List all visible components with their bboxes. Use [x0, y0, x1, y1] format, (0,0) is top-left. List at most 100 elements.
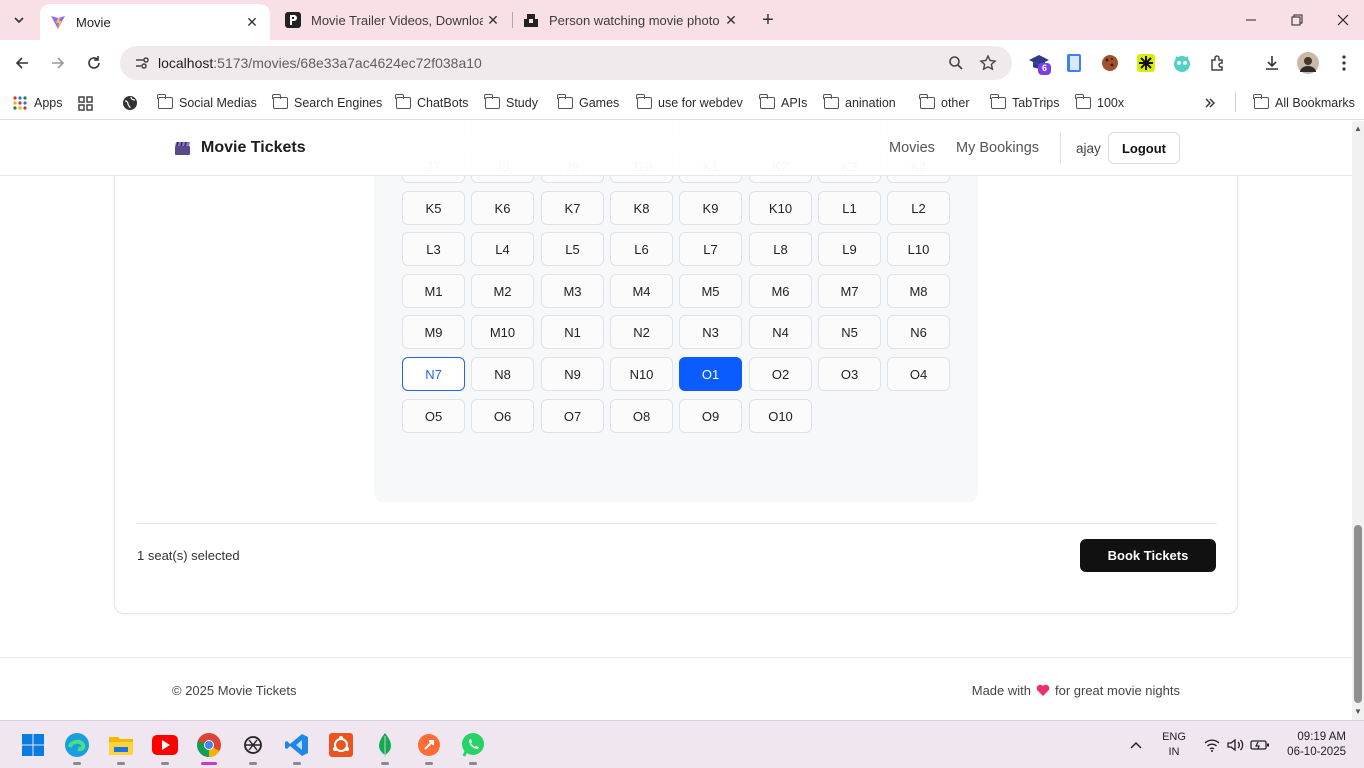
volume-icon[interactable] — [1226, 721, 1246, 768]
wifi-icon[interactable] — [1202, 721, 1222, 768]
seat-button[interactable]: M10 — [471, 315, 534, 349]
scrollbar-thumb[interactable] — [1354, 525, 1362, 703]
scroll-up-arrow-icon[interactable]: ▲ — [1354, 125, 1362, 133]
address-bar[interactable]: localhost:5173/movies/68e33a7ac4624ec72f… — [120, 46, 1012, 80]
site-info-icon[interactable] — [128, 49, 156, 77]
seat-button[interactable]: N5 — [818, 315, 881, 349]
file-explorer-icon[interactable] — [105, 729, 137, 765]
seat-button[interactable]: L5 — [541, 232, 604, 266]
bookmarks-overflow-chevron-icon[interactable] — [1204, 92, 1216, 114]
seat-button[interactable]: L10 — [887, 232, 950, 266]
nav-movies-link[interactable]: Movies — [889, 140, 935, 156]
seat-button[interactable]: N10 — [610, 357, 673, 391]
extensions-puzzle-icon[interactable] — [1205, 50, 1231, 76]
window-close-icon[interactable] — [1320, 0, 1364, 40]
bookmark-tabtrips[interactable]: TabTrips — [989, 92, 1059, 114]
seat-button[interactable]: L8 — [749, 232, 812, 266]
minimize-icon[interactable] — [1228, 0, 1274, 40]
tab-movie-trailer[interactable]: Movie Trailer Videos, Download ✕ — [275, 0, 511, 40]
chrome-browser-icon[interactable] — [193, 729, 225, 765]
seat-button[interactable]: O9 — [679, 399, 742, 433]
close-icon[interactable]: ✕ — [483, 10, 503, 30]
chatgpt-icon[interactable] — [237, 729, 269, 765]
download-icon[interactable] — [1259, 50, 1285, 76]
forward-arrow-icon[interactable] — [44, 49, 72, 77]
seat-button[interactable]: M5 — [679, 274, 742, 308]
close-icon[interactable]: ✕ — [721, 10, 741, 30]
whatsapp-icon[interactable] — [457, 729, 489, 765]
extension-badge-icon[interactable]: 6 — [1026, 50, 1052, 76]
tab-person-watching[interactable]: Person watching movie photo – ✕ — [513, 0, 749, 40]
profile-avatar[interactable] — [1295, 50, 1321, 76]
close-icon[interactable]: ✕ — [242, 12, 262, 32]
seat-button[interactable]: L3 — [402, 232, 465, 266]
ubuntu-icon[interactable] — [325, 729, 357, 761]
seat-button[interactable]: K6 — [471, 191, 534, 225]
seat-button[interactable]: L6 — [610, 232, 673, 266]
seat-button[interactable]: N6 — [887, 315, 950, 349]
seat-button[interactable]: O5 — [402, 399, 465, 433]
seat-button[interactable]: K9 — [679, 191, 742, 225]
bookmark-apps[interactable]: Apps — [12, 92, 63, 114]
edge-browser-icon[interactable] — [61, 729, 93, 765]
bookmark-search-engines[interactable]: Search Engines — [271, 92, 382, 114]
seat-button[interactable]: K7 — [541, 191, 604, 225]
seat-button[interactable]: O2 — [749, 357, 812, 391]
page-scrollbar[interactable]: ▲ ▼ — [1352, 121, 1364, 720]
seat-button[interactable]: O10 — [749, 399, 812, 433]
seat-button[interactable]: N7 — [402, 357, 465, 391]
bookmark-social-medias[interactable]: Social Medias — [156, 92, 257, 114]
logout-button[interactable]: Logout — [1108, 132, 1180, 164]
seat-button[interactable]: N8 — [471, 357, 534, 391]
seat-button[interactable]: M2 — [471, 274, 534, 308]
tab-movie[interactable]: Movie ✕ — [40, 4, 270, 40]
seat-button[interactable]: K8 — [610, 191, 673, 225]
extension-notebook-icon[interactable] — [1061, 50, 1087, 76]
postman-icon[interactable] — [413, 729, 445, 765]
vscode-icon[interactable] — [281, 729, 313, 765]
seat-button[interactable]: L2 — [887, 191, 950, 225]
seat-button[interactable]: M1 — [402, 274, 465, 308]
bookmark-all-bookmarks[interactable]: All Bookmarks — [1252, 92, 1355, 114]
bookmark-games[interactable]: Games — [556, 92, 619, 114]
seat-button[interactable]: M4 — [610, 274, 673, 308]
nav-my-bookings-link[interactable]: My Bookings — [956, 140, 1039, 156]
seat-button[interactable]: M7 — [818, 274, 881, 308]
mongodb-compass-icon[interactable] — [369, 729, 401, 765]
seat-button[interactable]: N3 — [679, 315, 742, 349]
seat-button[interactable]: N1 — [541, 315, 604, 349]
seat-button[interactable]: K5 — [402, 191, 465, 225]
windows-start-icon[interactable] — [17, 729, 49, 761]
seat-button[interactable]: M3 — [541, 274, 604, 308]
extension-cookie-icon[interactable] — [1097, 50, 1123, 76]
battery-icon[interactable] — [1250, 721, 1270, 768]
youtube-icon[interactable] — [149, 729, 181, 765]
language-indicator[interactable]: ENG IN — [1160, 730, 1188, 760]
new-tab-plus-icon[interactable]: + — [756, 8, 780, 32]
bookmark-star-icon[interactable] — [974, 49, 1002, 77]
seat-button[interactable]: M6 — [749, 274, 812, 308]
back-arrow-icon[interactable] — [8, 49, 36, 77]
seat-button[interactable]: O4 — [887, 357, 950, 391]
seat-button[interactable]: L9 — [818, 232, 881, 266]
seat-button[interactable]: O3 — [818, 357, 881, 391]
seat-button[interactable]: L1 — [818, 191, 881, 225]
bookmark-study[interactable]: Study — [483, 92, 538, 114]
seat-button[interactable]: K10 — [749, 191, 812, 225]
seat-button[interactable]: M9 — [402, 315, 465, 349]
bookmark-chatbots[interactable]: ChatBots — [394, 92, 468, 114]
bookmark-other[interactable]: other — [918, 92, 970, 114]
bookmark-anination[interactable]: anination — [822, 92, 896, 114]
book-tickets-button[interactable]: Book Tickets — [1080, 539, 1216, 572]
bookmark-use-for-webdev[interactable]: use for webdev — [635, 92, 743, 114]
restore-icon[interactable] — [1274, 0, 1320, 40]
bookmark-grid-shortcut[interactable] — [77, 92, 99, 114]
seat-button[interactable]: O1 — [679, 357, 742, 391]
seat-button[interactable]: O8 — [610, 399, 673, 433]
zoom-search-icon[interactable] — [942, 49, 970, 77]
extension-face-icon[interactable] — [1169, 50, 1195, 76]
seat-button[interactable]: N9 — [541, 357, 604, 391]
seat-button[interactable]: O6 — [471, 399, 534, 433]
extension-burst-icon[interactable] — [1133, 50, 1159, 76]
tray-chevron-up-icon[interactable] — [1126, 721, 1146, 768]
